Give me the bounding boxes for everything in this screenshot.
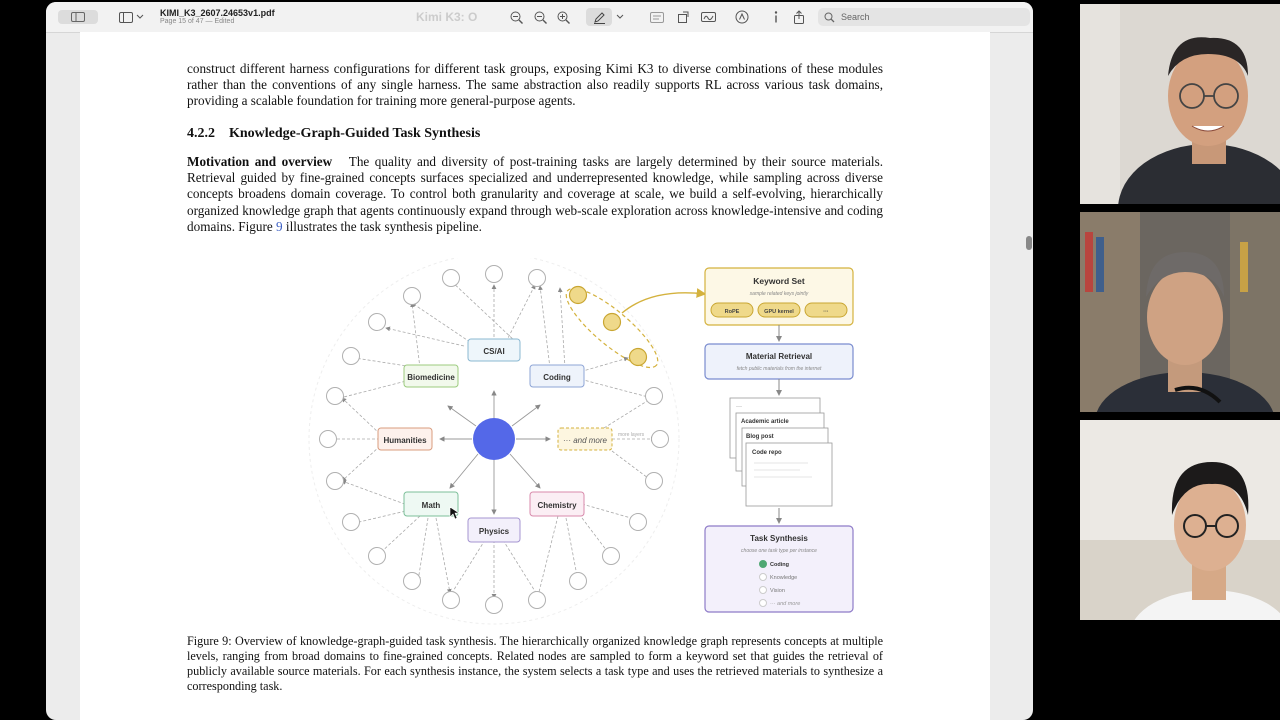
share-icon: [794, 10, 804, 24]
domain-node-biomedicine: Biomedicine: [403, 364, 459, 388]
keyword-set-title: Keyword Set: [753, 276, 805, 286]
zoom-fit-icon: [510, 11, 523, 24]
toolbar: KIMI_K3_2607.24653v1.pdf Page 15 of 47 —…: [46, 2, 1033, 33]
sidebar-icon: [71, 12, 85, 22]
figure-ref-suffix: illustrates the task synthesis pipeline.: [285, 218, 482, 234]
share-button[interactable]: [791, 9, 807, 25]
domain-label-chemistry: Chemistry: [537, 501, 577, 510]
vertical-scrollbar-thumb[interactable]: [1026, 236, 1032, 250]
annotate-button[interactable]: [734, 9, 750, 25]
highlight-circle-icon: [735, 10, 749, 24]
paragraph-lead: Motivation and overview: [187, 154, 333, 169]
keyword-set-box: Keyword Set sample related keys jointly …: [704, 267, 854, 326]
task-synthesis-title: Task Synthesis: [750, 534, 808, 543]
rotate-button[interactable]: [675, 9, 691, 25]
view-layout-icon: [118, 11, 133, 23]
participant-video-2: [1080, 212, 1280, 412]
markup-menu-button[interactable]: [614, 9, 626, 25]
search-field[interactable]: Search: [818, 8, 1030, 26]
domain-node-csai: CS/AI: [467, 338, 521, 362]
task-option-knowledge: Knowledge: [770, 575, 797, 581]
domain-label-humanities: Humanities: [383, 436, 427, 445]
sampled-keys-arrow: [621, 288, 707, 314]
retrieved-materials-stack: ··· Academic article Blog post Code repo: [729, 397, 833, 507]
keyword-chip-more: ···: [823, 309, 829, 315]
figure-9: CS/AI Coding Biomedicine Humanities ··· …: [260, 253, 860, 633]
info-icon: [774, 11, 778, 23]
text-box-button[interactable]: [649, 9, 665, 25]
markup-button[interactable]: [586, 8, 612, 26]
view-menu-button[interactable]: [116, 9, 146, 25]
section-title: Knowledge-Graph-Guided Task Synthesis: [229, 126, 481, 141]
pen-icon: [593, 11, 605, 24]
page-status: Page 15 of 47 — Edited: [160, 18, 235, 25]
section-number: 4.2.2: [187, 126, 215, 141]
domain-node-humanities: Humanities: [377, 427, 433, 451]
material-academic-article: Academic article: [741, 419, 789, 425]
participant-video-1: [1080, 4, 1280, 204]
task-option-vision: Vision: [770, 588, 785, 594]
text-box-icon: [650, 11, 664, 23]
signature-icon: [700, 12, 716, 22]
material-more: ···: [736, 404, 742, 410]
participant-video-3: [1080, 420, 1280, 620]
domain-node-chemistry: Chemistry: [529, 491, 585, 517]
participant-1-image: [1080, 4, 1280, 204]
domain-node-physics: Physics: [467, 517, 521, 543]
chevron-down-icon: [136, 14, 143, 19]
domain-label-coding: Coding: [543, 373, 571, 382]
more-layers-note: more layers: [618, 432, 645, 438]
material-retrieval-subtitle: fetch public materials from the internet: [737, 366, 822, 372]
info-button[interactable]: [768, 9, 784, 25]
crop-button[interactable]: [699, 9, 717, 25]
domain-label-csai: CS/AI: [483, 347, 504, 356]
zoom-in-button[interactable]: [555, 9, 571, 25]
domain-label-physics: Physics: [479, 527, 510, 536]
material-code-repo: Code repo: [752, 450, 782, 456]
task-synthesis-subtitle: choose one task type per instance: [741, 548, 817, 554]
domain-label-math: Math: [422, 501, 441, 510]
domain-node-coding: Coding: [529, 364, 585, 388]
pdf-page: construct different harness configuratio…: [80, 32, 990, 720]
faded-document-title: Kimi K3: O: [416, 10, 478, 24]
zoom-in-icon: [557, 11, 570, 24]
task-option-coding: Coding: [770, 562, 789, 568]
search-icon: [824, 12, 835, 23]
pdf-viewer-window: KIMI_K3_2607.24653v1.pdf Page 15 of 47 —…: [46, 2, 1033, 720]
paragraph-harness: construct different harness configuratio…: [187, 61, 883, 109]
graph-center-node: [473, 418, 515, 460]
keyword-chip-gpu-kernel: GPU kernel: [764, 309, 794, 315]
task-synthesis-box: Task Synthesis choose one task type per …: [704, 525, 854, 613]
zoom-out-icon: [534, 11, 547, 24]
domain-node-more: ··· and more: [557, 427, 613, 451]
chevron-down-icon: [616, 14, 624, 19]
search-placeholder: Search: [841, 12, 870, 22]
domain-label-more: ··· and more: [563, 436, 608, 445]
figure-caption: Figure 9: Overview of knowledge-graph-gu…: [187, 634, 883, 693]
domain-label-biomedicine: Biomedicine: [407, 373, 455, 382]
participant-2-image: [1080, 212, 1280, 412]
sidebar-toggle-button[interactable]: [58, 10, 98, 24]
task-option-more: ··· and more: [770, 601, 800, 607]
document-title: KIMI_K3_2607.24653v1.pdf: [160, 8, 275, 18]
zoom-to-fit-button[interactable]: [508, 9, 524, 25]
keyword-set-subtitle: sample related keys jointly: [750, 291, 809, 297]
material-retrieval-box: Material Retrieval fetch public material…: [704, 343, 854, 380]
material-retrieval-title: Material Retrieval: [746, 352, 812, 361]
rotate-icon: [677, 11, 688, 23]
figure-ref-prefix: Figure: [238, 218, 273, 234]
section-heading: 4.2.2 Knowledge-Graph-Guided Task Synthe…: [187, 126, 480, 142]
zoom-out-button[interactable]: [532, 9, 548, 25]
keyword-chip-rope: RoPE: [725, 309, 740, 315]
material-blog-post: Blog post: [746, 434, 774, 440]
participant-3-image: [1080, 420, 1280, 620]
figure-link[interactable]: 9: [276, 219, 283, 234]
paragraph-motivation: Motivation and overview The quality and …: [187, 154, 883, 235]
